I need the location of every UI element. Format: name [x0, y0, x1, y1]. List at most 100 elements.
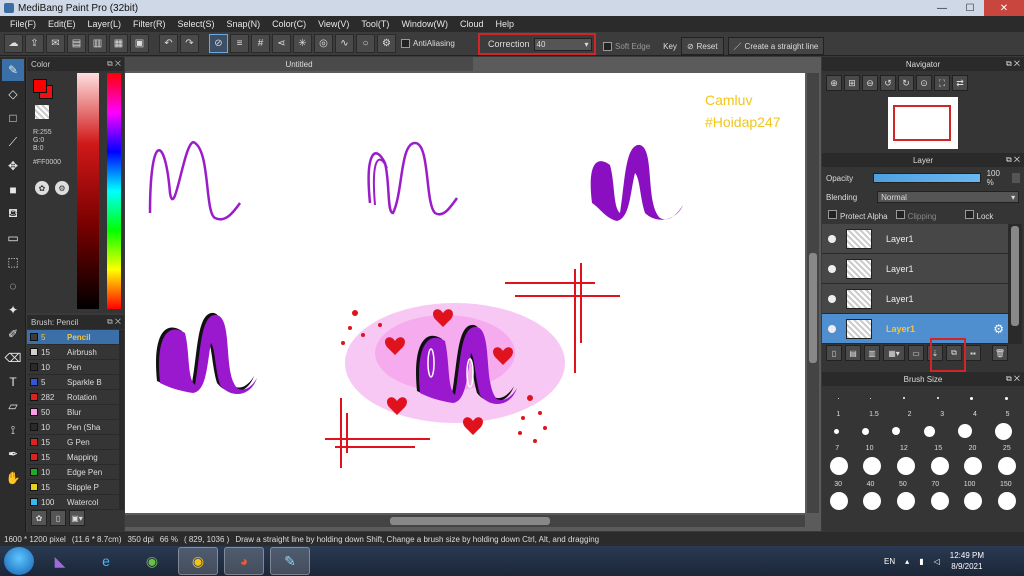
menu-filter[interactable]: Filter(R) [127, 19, 172, 29]
rotate-right-icon[interactable]: ↻ [898, 75, 914, 91]
brush-item[interactable]: 15 Airbrush [27, 345, 119, 360]
brush-item[interactable]: 10 Pen (Sha [27, 420, 119, 435]
reset-button[interactable]: ⊘ Reset [680, 37, 724, 55]
menu-snap[interactable]: Snap(N) [221, 19, 267, 29]
panel-controls-icon[interactable]: ⧉ ✕ [107, 317, 121, 327]
internet-explorer-icon[interactable]: e [86, 547, 126, 575]
layer-row-selected[interactable]: Layer1 ⚙ [822, 314, 1008, 344]
antialiasing-checkbox[interactable] [401, 39, 410, 48]
divide-tool-icon[interactable]: ▱ [2, 395, 24, 417]
redo-icon[interactable]: ↷ [180, 34, 199, 53]
brush-item[interactable]: 50 Blur [27, 405, 119, 420]
menu-help[interactable]: Help [489, 19, 520, 29]
menu-layer[interactable]: Layer(L) [82, 19, 128, 29]
protect-alpha-option[interactable]: Protect Alpha [828, 210, 888, 221]
brush-item[interactable]: 10 Pen [27, 360, 119, 375]
brush-tool-icon[interactable]: ✎ [2, 59, 24, 81]
brush-size-dot[interactable] [930, 492, 949, 510]
lock-option[interactable]: Lock [964, 210, 993, 221]
canvas-horizontal-scrollbar[interactable] [125, 515, 805, 527]
menu-edit[interactable]: Edit(E) [42, 19, 82, 29]
menu-window[interactable]: Window(W) [395, 19, 454, 29]
brush-size-dot[interactable] [897, 457, 916, 475]
navigator-viewport[interactable] [893, 105, 951, 141]
new-halftone-layer-icon[interactable]: ▤ [845, 345, 861, 361]
rotate-reset-icon[interactable]: ⊙ [916, 75, 932, 91]
brush-size-dot[interactable] [863, 457, 882, 475]
text-tool-icon[interactable]: T [2, 371, 24, 393]
brush-size-dot[interactable] [998, 492, 1017, 510]
new-brush-icon[interactable]: ▯ [50, 510, 66, 526]
lasso-tool-icon[interactable]: ◌ [2, 275, 24, 297]
menu-select[interactable]: Select(S) [172, 19, 221, 29]
snap-circle-icon[interactable]: ◎ [314, 34, 333, 53]
scroll-thumb[interactable] [1011, 226, 1019, 326]
menu-cloud[interactable]: Cloud [454, 19, 490, 29]
hue-slider[interactable] [107, 73, 121, 309]
brush-size-dot[interactable] [870, 397, 872, 399]
menu-file[interactable]: File(F) [4, 19, 42, 29]
menu-view[interactable]: View(V) [312, 19, 355, 29]
delete-layer-icon[interactable]: 🗑 [992, 345, 1008, 361]
chrome-icon[interactable]: ◉ [178, 547, 218, 575]
soft-edge-option[interactable]: Soft Edge [600, 41, 653, 51]
brush-item[interactable]: 5 Sparkle B [27, 375, 119, 390]
menu-tool[interactable]: Tool(T) [355, 19, 395, 29]
primary-color-swatch[interactable] [33, 79, 47, 93]
new-1bit-layer-icon[interactable]: ▥ [864, 345, 880, 361]
panel-controls-icon[interactable]: ⧉ ✕ [1006, 374, 1020, 384]
snap-off-icon[interactable]: ⊘ [209, 34, 228, 53]
magic-wand-tool-icon[interactable]: ✦ [2, 299, 24, 321]
antialiasing-option[interactable]: AntiAliasing [398, 39, 458, 48]
brush-item[interactable]: 15 G Pen [27, 435, 119, 450]
layer-scrollbar[interactable] [1008, 224, 1022, 344]
share-icon[interactable]: ⇪ [25, 34, 44, 53]
brush-list-scrollbar[interactable] [119, 330, 124, 510]
material-icon[interactable]: ▦ [109, 34, 128, 53]
brush-size-dot[interactable] [970, 396, 974, 400]
navigator-thumbnail[interactable] [888, 97, 958, 149]
eraser-tool-icon[interactable]: ◇ [2, 83, 24, 105]
save-icon[interactable]: ▥ [88, 34, 107, 53]
snap-crisscross-icon[interactable]: # [251, 34, 270, 53]
brush-size-dot[interactable] [837, 397, 839, 399]
transparent-color-swatch[interactable] [35, 105, 49, 119]
volume-icon[interactable]: ◁ [934, 557, 940, 566]
comment-icon[interactable]: ✉ [46, 34, 65, 53]
zoom-in-icon[interactable]: ⊕ [826, 75, 842, 91]
start-button[interactable] [4, 547, 34, 575]
brush-item[interactable]: 15 Stipple P [27, 480, 119, 495]
straight-line-button[interactable]: ／ Create a straight line [727, 37, 825, 55]
layer-more-icon[interactable]: ▪▪ [965, 345, 981, 361]
new-layer-icon[interactable]: ▯ [826, 345, 842, 361]
flip-icon[interactable]: ⇄ [952, 75, 968, 91]
hand-tool-icon[interactable]: ✋ [2, 467, 24, 489]
clipping-option[interactable]: Clipping [895, 210, 937, 221]
snap-curve-icon[interactable]: ∿ [335, 34, 354, 53]
brush-menu-icon[interactable]: ▣▾ [69, 510, 85, 526]
maximize-button[interactable]: ☐ [956, 0, 984, 16]
saturation-value-picker[interactable] [77, 73, 99, 309]
eye-icon[interactable] [828, 264, 836, 273]
add-layer-menu-icon[interactable]: ▦▾ [883, 345, 905, 361]
brush-size-dot[interactable] [892, 427, 901, 435]
photos-icon[interactable]: ◕ [224, 547, 264, 575]
fill-rect-tool-icon[interactable]: ■ [2, 179, 24, 201]
eyedropper-tool-icon[interactable]: ⟟ [2, 419, 24, 441]
brush-size-dot[interactable] [998, 457, 1017, 475]
close-button[interactable]: ✕ [984, 0, 1024, 16]
brush-size-dot[interactable] [936, 397, 939, 399]
soft-edge-checkbox[interactable] [603, 41, 612, 51]
brush-item[interactable]: 15 Mapping [27, 450, 119, 465]
gear-icon[interactable]: ⚙ [993, 322, 1004, 336]
canvas-vertical-scrollbar[interactable] [807, 73, 819, 513]
select-tool-icon[interactable]: ⬚ [2, 251, 24, 273]
medibang-icon[interactable]: ✎ [270, 547, 310, 575]
snap-settings-icon[interactable]: ⚙ [377, 34, 396, 53]
line-tool-icon[interactable]: ⟋ [2, 131, 24, 153]
brush-size-dot[interactable] [923, 425, 935, 437]
tray-arrow-icon[interactable]: ▴ [905, 557, 909, 566]
zoom-fit-icon[interactable]: ⊞ [844, 75, 860, 91]
blending-select[interactable]: Normal ▾ [877, 191, 1020, 203]
select-eraser-tool-icon[interactable]: ⌫ [2, 347, 24, 369]
